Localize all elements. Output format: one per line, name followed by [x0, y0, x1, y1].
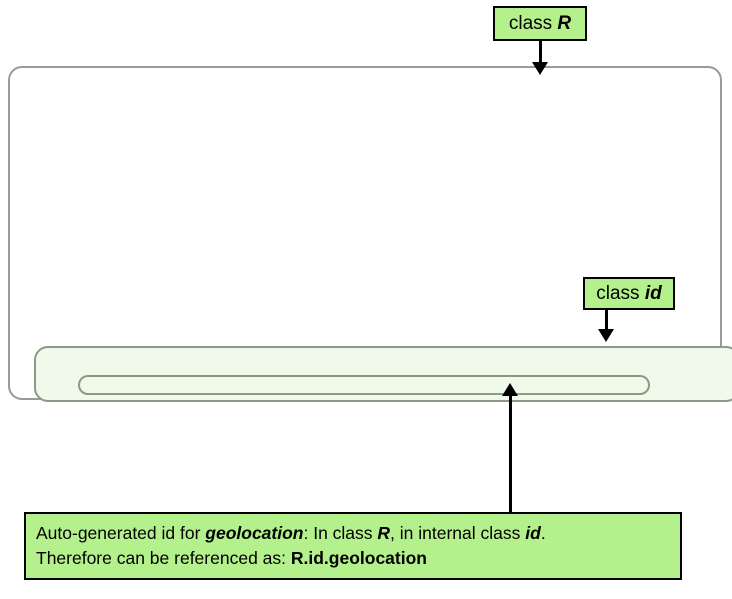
callout-bottom-l1-p3: , in internal class	[390, 523, 526, 543]
callout-bottom-l1-em3: id	[525, 523, 541, 543]
geolocation-line-oval-highlight	[78, 375, 650, 395]
callout-bottom-l2-em1: R.id.geolocation	[290, 548, 427, 568]
callout-bottom-l1-em2: R	[377, 523, 391, 543]
callout-class-id: class id	[583, 277, 675, 310]
arrow-head-geolocation	[502, 383, 518, 396]
callout-bottom-line-2: Therefore can be referenced as: R.id.geo…	[36, 546, 427, 571]
callout-bottom-l1-p4: .	[540, 523, 546, 543]
callout-class-id-emphasis: id	[644, 282, 662, 304]
callout-class-r-emphasis: R	[557, 12, 572, 34]
callout-bottom-l2-p1: Therefore can be referenced as:	[36, 548, 291, 568]
callout-geolocation-explanation: Auto-generated id for geolocation: In cl…	[24, 512, 682, 580]
callout-class-id-text: class id	[596, 283, 661, 305]
callout-bottom-line-1: Auto-generated id for geolocation: In cl…	[36, 521, 546, 546]
callout-class-r-prefix: class	[508, 12, 558, 34]
callout-class-r: class R	[493, 6, 587, 41]
callout-class-r-text: class R	[509, 13, 571, 35]
callout-bottom-l1-em1: geolocation	[205, 523, 304, 543]
arrow-head-class-r	[532, 62, 548, 75]
callout-bottom-l1-p1: Auto-generated id for	[36, 523, 206, 543]
arrow-shaft-geolocation	[509, 395, 512, 512]
callout-class-id-prefix: class	[596, 282, 645, 304]
arrow-head-class-id	[598, 329, 614, 342]
callout-bottom-l1-p2: : In class	[303, 523, 378, 543]
